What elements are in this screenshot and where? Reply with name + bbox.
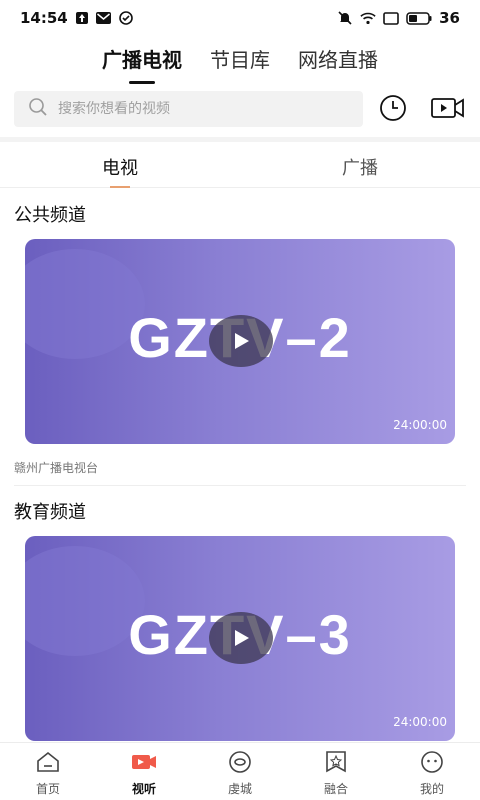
search-icon	[28, 97, 48, 121]
home-icon	[36, 751, 60, 776]
nav-label: 我的	[419, 782, 444, 796]
video-camera-icon[interactable]	[430, 92, 466, 124]
channel-title: 教育频道	[14, 502, 86, 523]
tab-live-stream[interactable]: 网络直播	[298, 40, 378, 84]
battery-level: 36	[439, 9, 460, 27]
battery-icon	[406, 10, 432, 26]
profile-face-icon	[420, 751, 444, 776]
nav-mine[interactable]: 我的	[384, 743, 480, 800]
source-label: 赣州广播电视台	[14, 461, 99, 475]
nav-label: 首页	[35, 782, 60, 796]
nav-label: 虔城	[227, 782, 252, 796]
check-circle-icon	[118, 10, 134, 26]
nav-label: 视听	[131, 782, 156, 796]
search-input[interactable]	[58, 101, 338, 117]
top-tab-bar: 广播电视 节目库 网络直播	[0, 40, 480, 84]
video-play-icon	[131, 751, 157, 776]
mute-bell-icon	[337, 10, 353, 26]
tab-broadcast-tv[interactable]: 广播电视	[102, 40, 182, 84]
tab-radio[interactable]: 广播	[240, 142, 480, 187]
nav-qiancheng[interactable]: 虔城	[192, 743, 288, 800]
tab-tv[interactable]: 电视	[0, 142, 240, 187]
nav-audiovisual[interactable]: 视听	[96, 743, 192, 800]
channel-title: 公共频道	[14, 205, 86, 226]
screen-cast-icon	[383, 10, 399, 26]
nav-fusion[interactable]: 融合	[288, 743, 384, 800]
play-icon[interactable]	[209, 315, 273, 367]
eye-icon	[228, 751, 252, 776]
status-bar: 14:54 36	[0, 0, 480, 36]
duration-label: 24:00:00	[393, 418, 447, 432]
nav-label: 融合	[323, 782, 348, 796]
channel-card[interactable]: GZTV–3 24:00:00	[25, 536, 455, 741]
status-time: 14:54	[20, 9, 68, 27]
search-row	[14, 90, 466, 128]
duration-label: 24:00:00	[393, 715, 447, 729]
channel-card[interactable]: GZTV–2 24:00:00	[25, 239, 455, 444]
search-box[interactable]	[14, 91, 363, 127]
history-clock-icon[interactable]	[377, 92, 409, 124]
separator	[14, 485, 466, 486]
bottom-navigation: 首页 视听 虔城 融合 我的	[0, 742, 480, 800]
wifi-icon	[360, 10, 376, 26]
play-icon[interactable]	[209, 612, 273, 664]
upload-notification-icon	[74, 10, 90, 26]
nav-home[interactable]: 首页	[0, 743, 96, 800]
mail-icon	[96, 10, 112, 26]
sub-tab-bar: 电视 广播	[0, 142, 480, 188]
star-bookmark-icon	[324, 751, 348, 776]
tab-program-library[interactable]: 节目库	[210, 40, 270, 84]
